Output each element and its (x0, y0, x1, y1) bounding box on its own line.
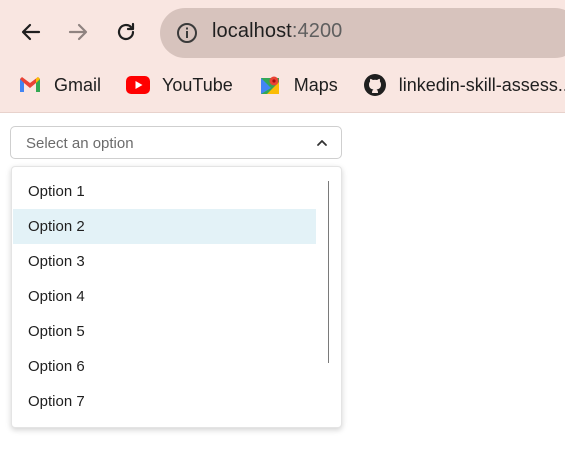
url-host: localhost (212, 20, 292, 42)
bookmark-youtube[interactable]: YouTube (126, 68, 233, 102)
reload-button[interactable] (109, 15, 143, 49)
option-item[interactable]: Option 2 (13, 209, 316, 244)
bookmark-gmail[interactable]: Gmail (18, 68, 101, 102)
bookmarks-bar: Gmail YouTube Maps linkedin-skill-assess… (0, 68, 565, 102)
github-icon (363, 73, 387, 97)
scrollbar[interactable] (328, 181, 329, 363)
bookmark-label: Gmail (54, 74, 102, 95)
info-icon[interactable] (176, 22, 198, 44)
select-placeholder: Select an option (26, 135, 134, 152)
bookmark-label: Maps (293, 74, 338, 95)
maps-icon (258, 73, 282, 97)
bookmark-github[interactable]: linkedin-skill-assess... (363, 68, 565, 102)
forward-button[interactable] (61, 15, 95, 49)
option-item[interactable]: Option 5 (13, 314, 316, 349)
url-port: :4200 (291, 20, 343, 42)
option-item[interactable]: Option 3 (13, 244, 316, 279)
browser-chrome: localhost:4200 Gmail YouTube Maps linked… (0, 0, 565, 113)
option-item[interactable]: Option 1 (13, 174, 316, 209)
bookmark-maps[interactable]: Maps (258, 68, 338, 102)
bookmark-label: YouTube (162, 74, 233, 95)
option-item[interactable]: Option 6 (13, 349, 316, 384)
url-text: localhost:4200 (212, 20, 342, 43)
gmail-icon (18, 73, 42, 97)
arrow-right-icon (68, 23, 88, 41)
reload-icon (117, 22, 135, 41)
option-dropdown-panel: Option 1 Option 2 Option 3 Option 4 Opti… (11, 166, 342, 428)
bookmark-label: linkedin-skill-assess... (398, 74, 565, 95)
back-button[interactable] (14, 15, 48, 49)
option-select[interactable]: Select an option (10, 126, 342, 159)
option-item[interactable]: Option 4 (13, 279, 316, 314)
address-bar[interactable]: localhost:4200 (160, 8, 565, 58)
scrollbar-gap (315, 367, 341, 427)
chevron-up-icon[interactable] (315, 136, 329, 150)
arrow-left-icon (21, 23, 41, 41)
option-item[interactable]: Option 7 (13, 384, 316, 419)
youtube-icon (126, 73, 151, 97)
